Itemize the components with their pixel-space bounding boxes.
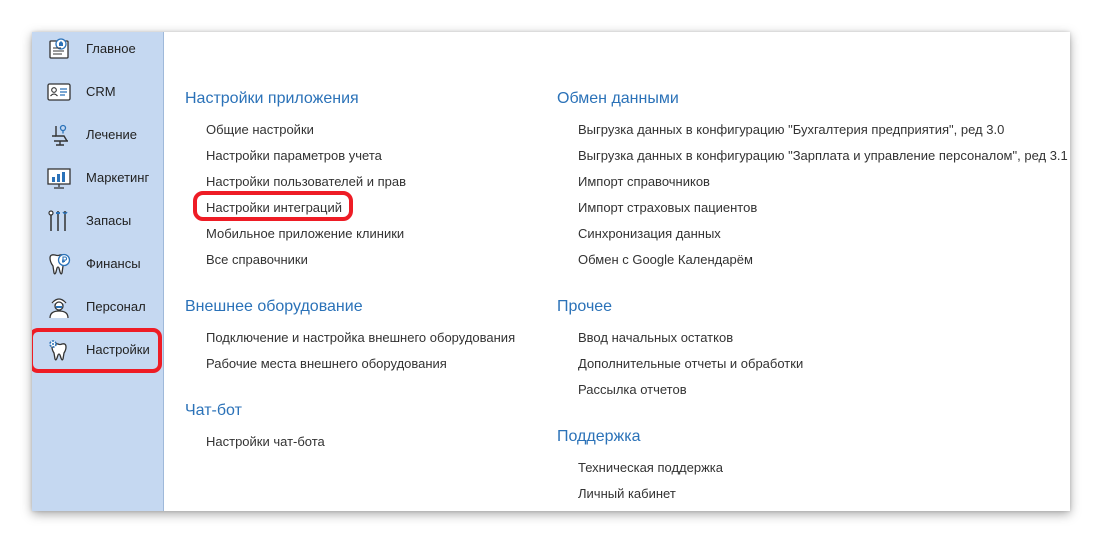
contact-card-icon <box>46 80 72 104</box>
section-title-external-equipment: Внешнее оборудование <box>185 298 363 315</box>
settings-panel: Настройки приложения Общие настройки Нас… <box>164 32 1070 511</box>
section-title-other: Прочее <box>557 298 613 315</box>
link-additional-reports[interactable]: Дополнительные отчеты и обработки <box>578 356 803 371</box>
link-report-mailing[interactable]: Рассылка отчетов <box>578 382 687 397</box>
integration-highlight <box>193 191 353 221</box>
link-export-payroll[interactable]: Выгрузка данных в конфигурацию "Зарплата… <box>578 148 1068 163</box>
link-import-catalogs[interactable]: Импорт справочников <box>578 174 710 189</box>
sidebar-item-label: Лечение <box>86 127 138 142</box>
sidebar-item-crm[interactable]: CRM <box>32 71 163 114</box>
sidebar: Главное CRM Лечение Маркетинг Запасы Фин… <box>32 32 164 511</box>
link-users-rights[interactable]: Настройки пользователей и прав <box>206 174 406 189</box>
section-title-chatbot: Чат-бот <box>185 402 242 419</box>
link-initial-balances[interactable]: Ввод начальных остатков <box>578 330 733 345</box>
sidebar-item-main[interactable]: Главное <box>32 32 163 71</box>
chart-board-icon <box>46 166 72 190</box>
sidebar-item-label: Финансы <box>86 256 141 271</box>
link-data-sync[interactable]: Синхронизация данных <box>578 226 721 241</box>
sidebar-item-label: CRM <box>86 84 116 99</box>
section-title-app-settings: Настройки приложения <box>185 90 359 107</box>
link-equipment-workplaces[interactable]: Рабочие места внешнего оборудования <box>206 356 447 371</box>
sidebar-item-label: Маркетинг <box>86 170 150 185</box>
section-title-support: Поддержка <box>557 428 641 445</box>
link-export-accounting[interactable]: Выгрузка данных в конфигурацию "Бухгалте… <box>578 122 1004 137</box>
link-mobile-app[interactable]: Мобильное приложение клиники <box>206 226 404 241</box>
sidebar-item-stock[interactable]: Запасы <box>32 200 163 243</box>
sidebar-item-label: Персонал <box>86 299 146 314</box>
link-tech-support[interactable]: Техническая поддержка <box>578 460 723 475</box>
active-item-highlight <box>32 328 162 373</box>
sidebar-item-label: Запасы <box>86 213 132 228</box>
link-chatbot-settings[interactable]: Настройки чат-бота <box>206 434 325 449</box>
doctor-icon <box>46 295 72 319</box>
link-general-settings[interactable]: Общие настройки <box>206 122 314 137</box>
section-title-data-exchange: Обмен данными <box>557 90 679 107</box>
app-window: Главное CRM Лечение Маркетинг Запасы Фин… <box>32 32 1070 511</box>
sidebar-item-staff[interactable]: Персонал <box>32 286 163 329</box>
link-accounting-params[interactable]: Настройки параметров учета <box>206 148 382 163</box>
home-icon <box>46 37 72 61</box>
link-personal-account[interactable]: Личный кабинет <box>578 486 676 501</box>
link-all-catalogs[interactable]: Все справочники <box>206 252 308 267</box>
sidebar-item-label: Главное <box>86 41 136 56</box>
dental-tools-icon <box>46 209 72 233</box>
link-import-insured-patients[interactable]: Импорт страховых пациентов <box>578 200 757 215</box>
sidebar-item-finance[interactable]: Финансы <box>32 243 163 286</box>
sidebar-item-treatment[interactable]: Лечение <box>32 114 163 157</box>
tooth-ruble-icon <box>46 252 72 276</box>
link-google-calendar[interactable]: Обмен с Google Календарём <box>578 252 753 267</box>
dental-chair-icon <box>46 123 72 147</box>
sidebar-item-marketing[interactable]: Маркетинг <box>32 157 163 200</box>
link-equipment-setup[interactable]: Подключение и настройка внешнего оборудо… <box>206 330 515 345</box>
